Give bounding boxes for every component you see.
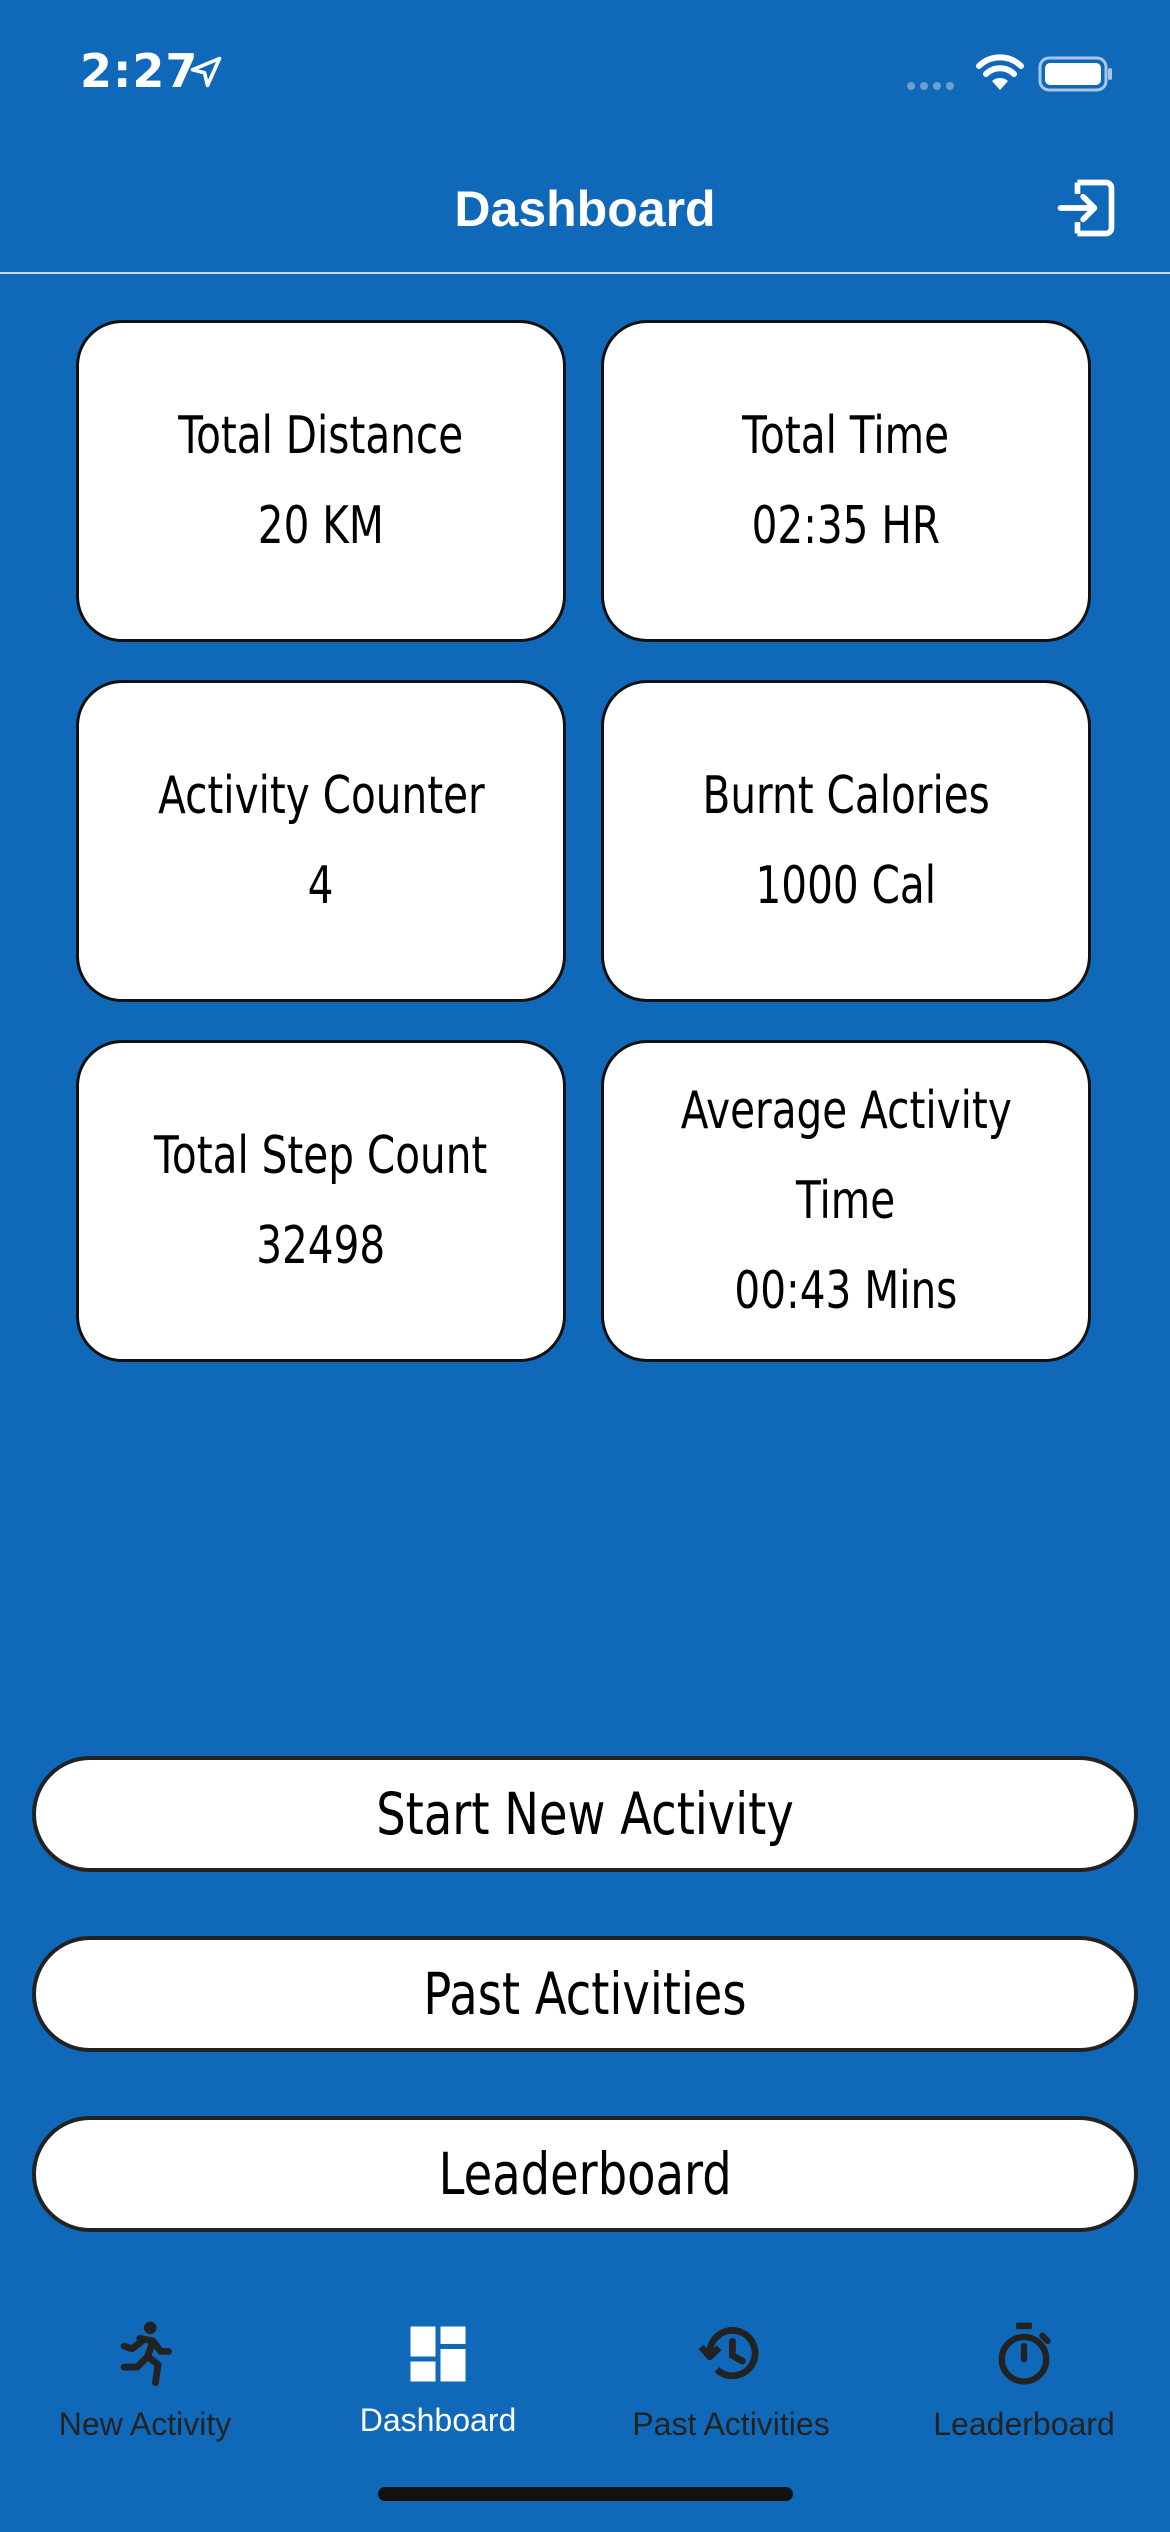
stat-card-average-activity-time: Average Activity Time 00:43 Mins — [601, 1040, 1091, 1362]
stat-value: 4 — [308, 856, 334, 916]
tab-leaderboard[interactable]: Leaderboard — [894, 2320, 1154, 2470]
tab-label: Leaderboard — [933, 2406, 1115, 2442]
cellular-signal-icon — [907, 82, 954, 90]
stat-card-burnt-calories: Burnt Calories 1000 Cal — [601, 680, 1091, 1002]
home-indicator — [378, 2487, 793, 2501]
stat-label: Total Time — [742, 406, 950, 466]
stat-label: Total Distance — [178, 406, 464, 466]
button-label: Leaderboard — [438, 2140, 732, 2208]
battery-icon — [1038, 56, 1112, 92]
leaderboard-button[interactable]: Leaderboard — [32, 2116, 1138, 2232]
running-icon — [120, 2321, 172, 2387]
stat-label: Time — [796, 1171, 896, 1231]
navigation-header: Dashboard — [0, 140, 1170, 274]
stat-label: Average Activity — [680, 1081, 1012, 1141]
stat-value: 1000 Cal — [755, 856, 937, 916]
stat-label: Activity Counter — [157, 766, 485, 826]
tab-new-activity[interactable]: New Activity — [15, 2320, 275, 2470]
button-label: Start New Activity — [376, 1780, 794, 1848]
tab-dashboard[interactable]: Dashboard — [308, 2320, 568, 2470]
start-new-activity-button[interactable]: Start New Activity — [32, 1756, 1138, 1872]
status-time: 2:27 — [80, 44, 199, 98]
button-label: Past Activities — [423, 1960, 747, 2028]
location-arrow-icon — [190, 56, 222, 88]
page-title: Dashboard — [454, 181, 716, 237]
stat-card-total-distance: Total Distance 20 KM — [76, 320, 566, 642]
tab-label: New Activity — [58, 2406, 232, 2442]
stat-label: Total Step Count — [154, 1126, 488, 1186]
stat-card-total-time: Total Time 02:35 HR — [601, 320, 1091, 642]
wifi-icon — [976, 54, 1024, 90]
dashboard-icon — [410, 2326, 466, 2382]
stat-card-activity-counter: Activity Counter 4 — [76, 680, 566, 1002]
stat-label: Burnt Calories — [702, 766, 990, 826]
stat-value: 20 KM — [257, 496, 385, 556]
status-bar: 2:27 — [0, 0, 1170, 140]
logout-icon — [1057, 179, 1115, 237]
tab-past-activities[interactable]: Past Activities — [601, 2320, 861, 2470]
history-icon — [698, 2327, 759, 2380]
logout-button[interactable] — [1052, 174, 1120, 242]
tab-label: Past Activities — [632, 2406, 830, 2442]
tab-label: Dashboard — [359, 2402, 517, 2438]
past-activities-button[interactable]: Past Activities — [32, 1936, 1138, 2052]
stat-value: 00:43 Mins — [734, 1261, 958, 1321]
stat-value: 32498 — [256, 1216, 386, 1276]
stat-card-total-step-count: Total Step Count 32498 — [76, 1040, 566, 1362]
stopwatch-icon — [998, 2322, 1051, 2385]
stat-value: 02:35 HR — [751, 496, 941, 556]
